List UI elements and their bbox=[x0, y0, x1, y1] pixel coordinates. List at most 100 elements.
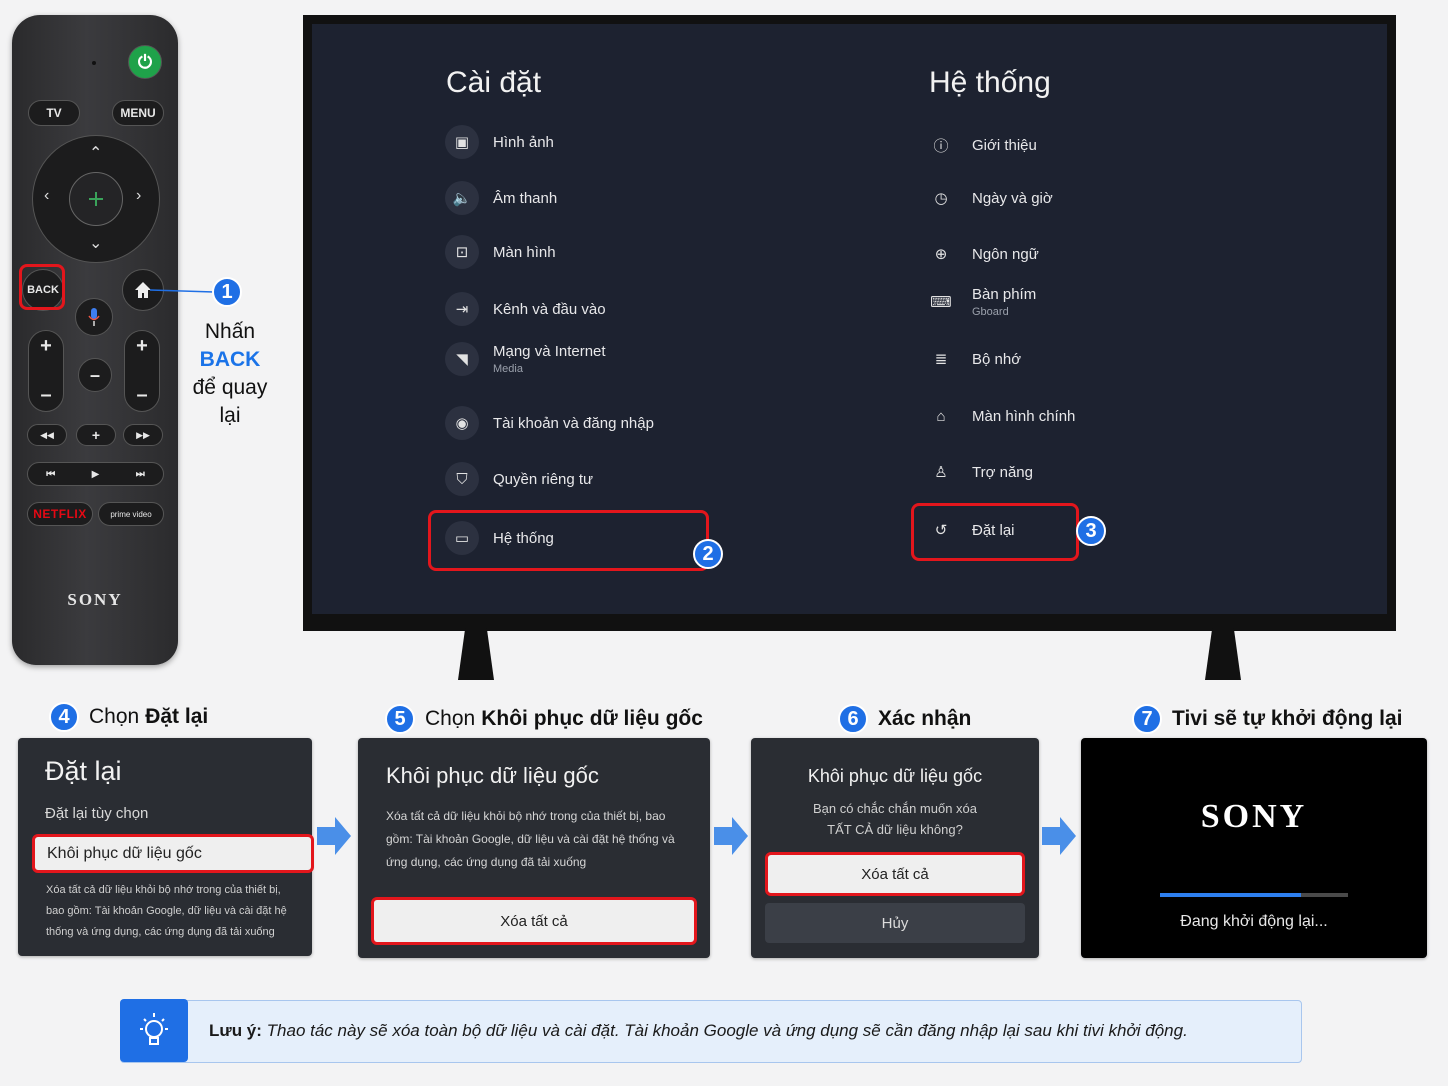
confirm-title: Khôi phục dữ liệu gốc bbox=[807, 766, 983, 786]
reset-panel-title: Đặt lại bbox=[45, 756, 122, 786]
factory-reset-title: Khôi phục dữ liệu gốc bbox=[386, 763, 599, 788]
menu-item-accessibility[interactable]: ♙ Trợ năng bbox=[924, 455, 1033, 489]
left-arrow-icon[interactable]: ‹ bbox=[44, 187, 49, 205]
menu-item-wifi[interactable]: ◥ Mạng và Internet Media bbox=[445, 342, 606, 376]
step5-badge: 5 bbox=[385, 704, 415, 734]
rewind-button[interactable]: ◀◀ bbox=[27, 424, 67, 446]
reset-panel-subtitle: Đặt lại tùy chọn bbox=[45, 805, 149, 822]
menu-item-globe[interactable]: ⊕ Ngôn ngữ bbox=[924, 237, 1039, 271]
accessibility-icon: ♙ bbox=[934, 464, 948, 481]
menu-item-info[interactable]: ⓘ Giới thiệu bbox=[924, 128, 1037, 162]
reset-panel-description: Xóa tất cả dữ liệu khỏi bộ nhớ trong của… bbox=[46, 884, 287, 938]
next-icon[interactable]: ⏭ bbox=[136, 469, 145, 480]
step6-bold: Xác nhận bbox=[878, 707, 972, 730]
voice-button[interactable] bbox=[75, 298, 113, 336]
menu-item-label: Mạng và Internet bbox=[493, 343, 606, 360]
menu-item-text: Ngôn ngữ bbox=[972, 246, 1039, 263]
screen-icon: ⊡ bbox=[445, 235, 479, 269]
menu-item-text: Trợ năng bbox=[972, 464, 1033, 481]
menu-item-label: Hình ảnh bbox=[493, 133, 554, 151]
right-arrow-icon[interactable]: › bbox=[136, 187, 141, 205]
step4-prefix: Chọn bbox=[89, 705, 140, 728]
step4-title: 4 Chọn Đặt lại bbox=[49, 702, 208, 732]
restart-status: Đang khởi động lại... bbox=[1180, 913, 1328, 930]
mute-button[interactable]: – bbox=[78, 358, 112, 392]
note-label: Lưu ý: bbox=[209, 1021, 262, 1040]
step3-badge: 3 bbox=[1076, 516, 1106, 546]
step5-prefix: Chọn bbox=[425, 707, 476, 730]
speaker-icon: 🔈 bbox=[445, 181, 479, 215]
menu-item-text: Bàn phím Gboard bbox=[972, 286, 1036, 318]
menu-item-label: Giới thiệu bbox=[972, 136, 1037, 154]
menu-item-text: Màn hình chính bbox=[972, 408, 1075, 425]
reset-panel: Đặt lại Đặt lại tùy chọn Khôi phục dữ li… bbox=[18, 738, 314, 956]
fast-forward-button[interactable]: ▶▶ bbox=[123, 424, 163, 446]
arrow-right-icon bbox=[714, 817, 748, 855]
menu-item-input[interactable]: ⇥ Kênh và đầu vào bbox=[445, 292, 606, 326]
menu-item-storage[interactable]: ≣ Bộ nhớ bbox=[924, 342, 1021, 376]
step7-badge: 7 bbox=[1132, 704, 1162, 734]
wifi-icon: ◥ bbox=[445, 342, 479, 376]
menu-item-text: Bộ nhớ bbox=[972, 351, 1021, 368]
info-icon: ⓘ bbox=[933, 137, 949, 155]
previous-icon[interactable]: ⏮ bbox=[46, 469, 55, 480]
he-thong-highlight bbox=[428, 510, 709, 571]
confirm-erase-button[interactable]: Xóa tất cả bbox=[765, 852, 1025, 896]
menu-item-label: Bàn phím bbox=[972, 286, 1037, 303]
arrow-right-icon bbox=[1042, 817, 1076, 855]
menu-item-label: Ngôn ngữ bbox=[972, 245, 1039, 263]
menu-item-label: Màn hình chính bbox=[972, 407, 1076, 425]
menu-item-text: Hình ảnh bbox=[493, 134, 554, 151]
factory-reset-panel: Khôi phục dữ liệu gốc Xóa tất cả dữ liệu… bbox=[358, 738, 710, 958]
prime-video-button[interactable]: prime video bbox=[98, 502, 164, 526]
menu-item-text: Màn hình bbox=[493, 244, 556, 261]
menu-item-account[interactable]: ◉ Tài khoản và đăng nhập bbox=[445, 406, 654, 440]
restart-progress-fill bbox=[1160, 893, 1301, 897]
menu-item-speaker[interactable]: 🔈 Âm thanh bbox=[445, 181, 557, 215]
up-arrow-icon[interactable]: ⌃ bbox=[89, 143, 102, 163]
erase-all-button[interactable]: Xóa tất cả bbox=[371, 897, 697, 945]
step1-badge: 1 bbox=[212, 277, 242, 307]
system-title: Hệ thống bbox=[929, 66, 1051, 99]
connector-line bbox=[150, 289, 215, 293]
playback-bar: ⏮ ▶ ⏭ bbox=[27, 462, 164, 486]
factory-reset-option[interactable]: Khôi phục dữ liệu gốc bbox=[32, 834, 314, 873]
lightbulb-icon bbox=[140, 1012, 168, 1045]
menu-item-label: Trợ năng bbox=[972, 463, 1033, 481]
confirm-question: Bạn có chắc chắn muốn xóa TẤT CẢ dữ liệu… bbox=[812, 801, 978, 837]
tv-button[interactable]: TV bbox=[28, 100, 80, 126]
menu-item-sublabel: Media bbox=[493, 363, 523, 375]
menu-item-label: Ngày và giờ bbox=[972, 189, 1053, 207]
step4-badge: 4 bbox=[49, 702, 79, 732]
step1-instruction: Nhấn BACK để quay lại bbox=[180, 318, 280, 430]
keyboard-icon: ⌨ bbox=[930, 294, 952, 311]
volume-rocker[interactable]: + – bbox=[28, 330, 64, 412]
menu-item-clock[interactable]: ◷ Ngày và giờ bbox=[924, 181, 1053, 215]
shield-icon: ⛉ bbox=[445, 462, 479, 496]
menu-item-keyboard[interactable]: ⌨ Bàn phím Gboard bbox=[924, 285, 1036, 319]
menu-item-text: Quyền riêng tư bbox=[493, 471, 593, 488]
menu-item-shield[interactable]: ⛉ Quyền riêng tư bbox=[445, 462, 593, 496]
play-pause-icon[interactable]: ▶ bbox=[92, 469, 100, 480]
restart-panel: SONY Đang khởi động lại... bbox=[1081, 738, 1427, 958]
menu-item-home[interactable]: ⌂ Màn hình chính bbox=[924, 399, 1075, 433]
menu-item-image[interactable]: ▣ Hình ảnh bbox=[445, 125, 554, 159]
input-icon: ⇥ bbox=[445, 292, 479, 326]
menu-button[interactable]: MENU bbox=[112, 100, 164, 126]
settings-title: Cài đặt bbox=[446, 66, 542, 99]
channel-rocker[interactable]: + – bbox=[124, 330, 160, 412]
menu-item-text: Tài khoản và đăng nhập bbox=[493, 415, 654, 432]
cancel-button[interactable]: Hủy bbox=[765, 903, 1025, 943]
step4-bold: Đặt lại bbox=[145, 705, 209, 728]
dpad-center-button[interactable] bbox=[69, 172, 123, 226]
step1-back-word: BACK bbox=[199, 348, 261, 371]
menu-item-screen[interactable]: ⊡ Màn hình bbox=[445, 235, 556, 269]
netflix-button[interactable]: NETFLIX bbox=[27, 502, 93, 526]
plus-button[interactable]: + bbox=[76, 424, 116, 446]
step6-badge: 6 bbox=[838, 704, 868, 734]
image-icon: ▣ bbox=[445, 125, 479, 159]
down-arrow-icon[interactable]: ⌄ bbox=[89, 233, 102, 253]
remote-brand: SONY bbox=[67, 590, 123, 609]
tv-stand-left bbox=[458, 628, 494, 680]
power-button[interactable]: ⏻ bbox=[128, 45, 162, 79]
